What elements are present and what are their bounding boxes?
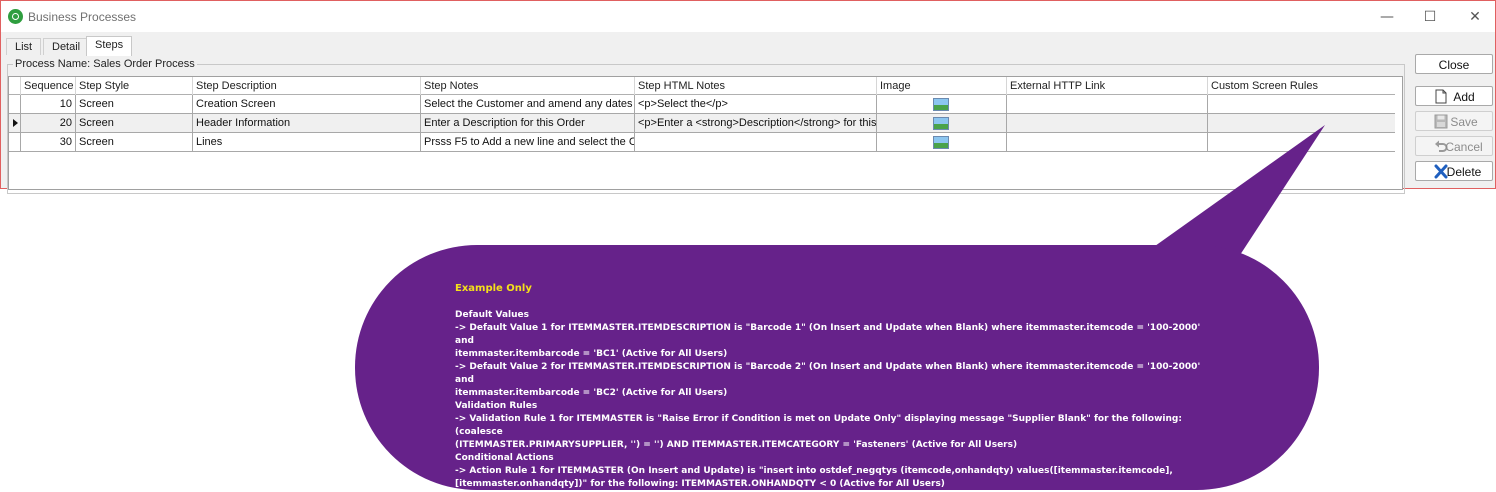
cell-step-html-notes[interactable] [635,133,877,152]
delete-button-label: Delete [1446,165,1482,179]
callout-line: itemmaster.itembarcode = 'BC1' (Active f… [455,349,728,359]
cell-sequence[interactable]: 10 [21,95,76,114]
callout-line: -> Default Value 1 for ITEMMASTER.ITEMDE… [455,323,1201,346]
cell-step-description[interactable]: Creation Screen [193,95,421,114]
image-icon [933,98,949,111]
callout-line: itemmaster.itembarcode = 'BC2' (Active f… [455,388,728,398]
cell-step-notes[interactable]: Prsss F5 to Add a new line and select th… [421,133,635,152]
cell-step-style[interactable]: Screen [76,95,193,114]
business-processes-window: Business Processes — ☐ ✕ List Detail Ste… [0,0,1496,194]
close-button[interactable]: Close [1415,54,1493,74]
column-header-sequence[interactable]: Sequence [21,77,76,95]
app-logo-icon [8,9,23,24]
cell-step-notes[interactable]: Enter a Description for this Order [421,114,635,133]
cell-sequence[interactable]: 30 [21,133,76,152]
callout-text: Example Only Default Values -> Default V… [455,282,1215,491]
window-title: Business Processes [28,10,137,24]
column-header-image[interactable]: Image [877,77,1007,95]
row-selector[interactable] [9,95,21,114]
cell-image[interactable] [877,95,1007,114]
cell-custom-screen-rules[interactable] [1208,133,1395,152]
add-button[interactable]: Add [1415,86,1493,106]
title-bar: Business Processes — ☐ ✕ [1,1,1495,32]
table-row[interactable]: 10 Screen Creation Screen Select the Cus… [9,95,1395,114]
minimize-icon[interactable]: — [1374,6,1400,28]
cell-step-style[interactable]: Screen [76,114,193,133]
cell-external-http-link[interactable] [1007,133,1208,152]
callout-line: Conditional Actions [455,453,554,463]
cell-step-description[interactable]: Lines [193,133,421,152]
cell-step-html-notes[interactable]: <p>Select the</p> [635,95,877,114]
cancel-button-label: Cancel [1445,140,1483,154]
table-row[interactable]: 20 Screen Header Information Enter a Des… [9,114,1395,133]
row-selector[interactable] [9,114,21,133]
cell-external-http-link[interactable] [1007,95,1208,114]
save-button-label: Save [1450,115,1478,129]
column-header-step-style[interactable]: Step Style [76,77,193,95]
tab-steps[interactable]: Steps [86,36,133,56]
callout-line: Default Values [455,310,529,320]
table-row[interactable]: 30 Screen Lines Prsss F5 to Add a new li… [9,133,1395,152]
callout-line: -> Default Value 2 for ITEMMASTER.ITEMDE… [455,362,1201,385]
steps-grid[interactable]: Sequence Step Style Step Description Ste… [8,76,1403,190]
tab-list[interactable]: List [6,38,42,55]
callout-line: (ITEMMASTER.PRIMARYSUPPLIER, '') = '') A… [455,440,1018,450]
cell-step-description[interactable]: Header Information [193,114,421,133]
row-selector-header [9,77,21,95]
column-header-external-http-link[interactable]: External HTTP Link [1007,77,1208,95]
tab-detail[interactable]: Detail [43,38,90,55]
column-header-custom-screen-rules[interactable]: Custom Screen Rules [1208,77,1395,95]
image-icon [933,136,949,149]
close-button-label: Close [1438,58,1470,72]
add-button-label: Add [1453,90,1475,104]
close-window-icon[interactable]: ✕ [1462,6,1488,28]
cell-external-http-link[interactable] [1007,114,1208,133]
callout-line: [itemmaster.onhandqty])" for the followi… [455,479,945,489]
callout-line: -> Validation Rule 1 for ITEMMASTER is "… [455,414,1182,437]
cell-sequence[interactable]: 20 [21,114,76,133]
image-icon [933,117,949,130]
cell-custom-screen-rules[interactable] [1208,95,1395,114]
delete-button[interactable]: Delete [1415,161,1493,181]
callout-heading: Example Only [455,283,532,294]
grid-header: Sequence Step Style Step Description Ste… [9,77,1395,95]
process-name-label: Process Name: Sales Order Process [13,58,197,70]
row-selector[interactable] [9,133,21,152]
cell-image[interactable] [877,133,1007,152]
save-button[interactable]: Save [1415,111,1493,131]
cell-step-html-notes[interactable]: <p>Enter a <strong>Description</strong> … [635,114,877,133]
current-row-arrow-icon [13,119,18,127]
cell-step-notes[interactable]: Select the Customer and amend any dates … [421,95,635,114]
cell-step-style[interactable]: Screen [76,133,193,152]
column-header-step-notes[interactable]: Step Notes [421,77,635,95]
callout-line: -> Action Rule 1 for ITEMMASTER (On Inse… [455,466,1173,476]
column-header-step-description[interactable]: Step Description [193,77,421,95]
column-header-step-html-notes[interactable]: Step HTML Notes [635,77,877,95]
cancel-button[interactable]: Cancel [1415,136,1493,156]
callout-line: Validation Rules [455,401,538,411]
maximize-icon[interactable]: ☐ [1417,6,1443,28]
cell-image[interactable] [877,114,1007,133]
cell-custom-screen-rules[interactable] [1208,114,1395,133]
